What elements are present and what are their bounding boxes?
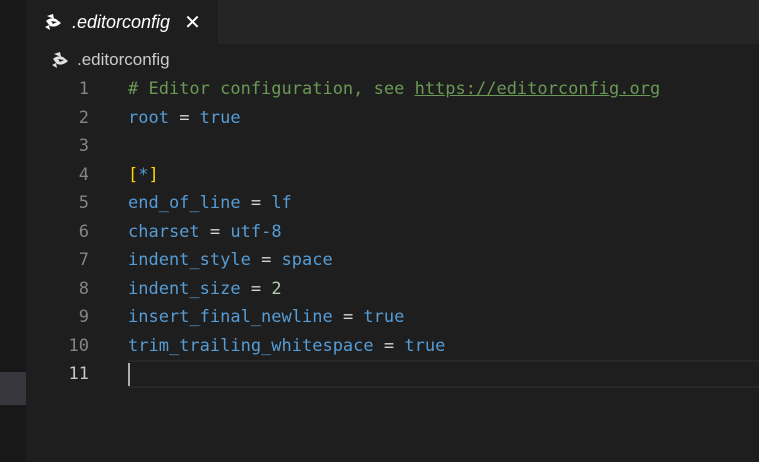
tab-bar: .editorconfig ✕	[26, 0, 759, 44]
token-key: end_of_line	[128, 193, 241, 213]
line-number: 6	[78, 221, 89, 242]
breadcrumb: .editorconfig	[26, 44, 759, 76]
close-icon[interactable]: ✕	[184, 12, 201, 32]
token-val: true	[404, 335, 446, 356]
token-key: insert_final_newline	[128, 307, 333, 327]
token-comment: # Editor configuration, see	[128, 79, 415, 99]
code-line[interactable]: 9 insert_final_newline = true	[26, 303, 759, 332]
current-line-highlight	[128, 360, 759, 388]
tab-editorconfig[interactable]: .editorconfig ✕	[26, 0, 218, 44]
code-editor[interactable]: 1 # Editor configuration, see https://edi…	[26, 75, 759, 462]
token-key: trim_trailing_whitespace	[128, 335, 374, 356]
token-val: space	[281, 250, 333, 270]
token-op: =	[332, 307, 364, 327]
line-number: 9	[78, 307, 89, 327]
token-brk: ]	[148, 164, 159, 185]
editorconfig-file-icon	[51, 50, 71, 70]
token-val: lf	[271, 193, 292, 213]
token-val: true	[199, 107, 241, 128]
code-line[interactable]: 11	[26, 360, 759, 389]
line-code: charset = utf-8	[128, 218, 282, 247]
line-code: end_of_line = lf	[128, 189, 292, 218]
token-key: charset	[128, 221, 200, 242]
activity-strip	[0, 0, 26, 462]
line-number: 5	[78, 193, 89, 213]
code-line[interactable]: 3	[26, 132, 759, 161]
token-link[interactable]: https://editorconfig.org	[415, 79, 661, 99]
token-val: true	[363, 307, 405, 327]
line-code: [*]	[128, 161, 159, 190]
token-op: =	[240, 278, 272, 299]
token-num: 2	[271, 278, 282, 299]
line-code: # Editor configuration, see https://edit…	[128, 75, 660, 104]
line-number: 4	[78, 164, 89, 185]
selected-explorer-item[interactable]	[0, 372, 26, 405]
line-number: 7	[78, 250, 89, 270]
line-number: 8	[78, 278, 89, 299]
code-line[interactable]: 10 trim_trailing_whitespace = true	[26, 332, 759, 361]
line-number: 3	[78, 136, 89, 156]
line-code: trim_trailing_whitespace = true	[128, 332, 445, 361]
line-code: indent_style = space	[128, 246, 333, 275]
token-op: =	[373, 335, 405, 356]
token-brk: [	[128, 164, 139, 185]
line-code: insert_final_newline = true	[128, 303, 404, 332]
code-line[interactable]: 6 charset = utf-8	[26, 218, 759, 247]
token-key: root	[128, 107, 169, 128]
token-op: =	[250, 250, 282, 270]
line-code: indent_size = 2	[128, 275, 282, 304]
line-number: 11	[68, 364, 89, 384]
line-number: 10	[68, 335, 89, 356]
breadcrumb-file[interactable]: .editorconfig	[77, 50, 170, 70]
token-key: indent_style	[128, 250, 251, 270]
line-number: 2	[78, 107, 89, 128]
code-line[interactable]: 5 end_of_line = lf	[26, 189, 759, 218]
token-op: =	[199, 221, 231, 242]
line-code: root = true	[128, 104, 241, 133]
text-cursor	[128, 363, 130, 386]
token-op: =	[168, 107, 200, 128]
line-number: 1	[78, 79, 89, 99]
code-line[interactable]: 7 indent_style = space	[26, 246, 759, 275]
token-key: indent_size	[128, 278, 241, 299]
token-sect: *	[138, 164, 149, 185]
code-line[interactable]: 2 root = true	[26, 104, 759, 133]
code-line[interactable]: 8 indent_size = 2	[26, 275, 759, 304]
editorconfig-file-icon	[44, 12, 64, 32]
token-val: utf-8	[230, 221, 282, 242]
tab-label: .editorconfig	[72, 11, 171, 32]
code-line[interactable]: 4 [*]	[26, 161, 759, 190]
token-op: =	[240, 193, 272, 213]
code-line[interactable]: 1 # Editor configuration, see https://edi…	[26, 75, 759, 104]
